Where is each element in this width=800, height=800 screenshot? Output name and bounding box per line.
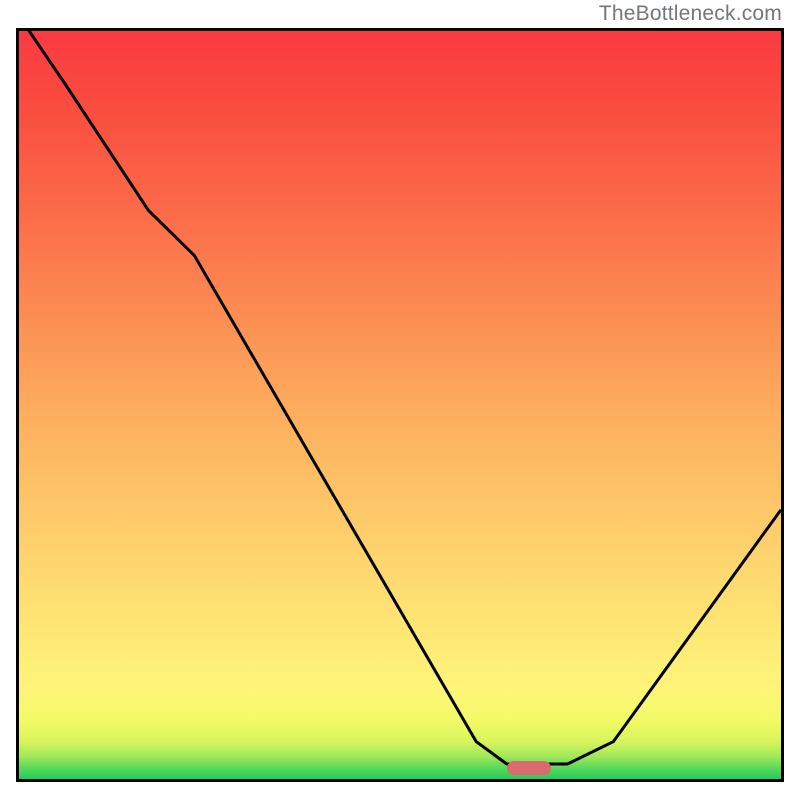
- optimal-marker: [507, 761, 551, 775]
- watermark-text: TheBottleneck.com: [599, 2, 782, 26]
- chart-line-svg: [19, 31, 781, 779]
- bottleneck-curve-path: [19, 31, 781, 764]
- chart-plot-area: [16, 28, 784, 782]
